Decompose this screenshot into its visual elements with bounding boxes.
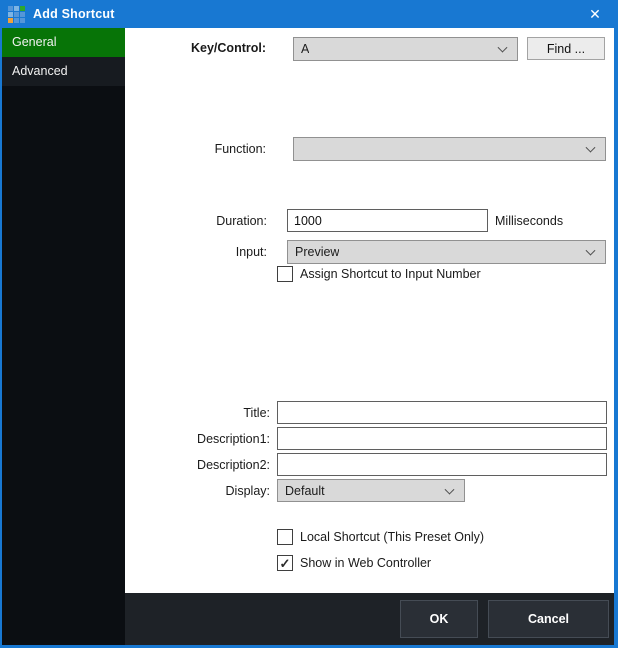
logo-cell <box>8 18 13 23</box>
input-label: Input: <box>140 245 267 259</box>
display-select[interactable]: Default <box>277 479 465 502</box>
description2-label: Description2: <box>140 458 270 472</box>
assign-shortcut-label: Assign Shortcut to Input Number <box>300 267 481 281</box>
key-control-label: Key/Control: <box>140 41 266 55</box>
close-icon: ✕ <box>589 6 601 23</box>
key-control-value: A <box>301 42 309 56</box>
title-input[interactable] <box>277 401 607 424</box>
description2-input[interactable] <box>277 453 607 476</box>
logo-cell <box>8 12 13 17</box>
window-title: Add Shortcut <box>33 0 115 28</box>
logo-cell <box>20 12 25 17</box>
add-shortcut-dialog: Add Shortcut ✕ General Advanced Key/Cont… <box>0 0 618 648</box>
logo-cell <box>14 6 19 11</box>
chevron-down-icon <box>586 246 596 256</box>
sidebar: General Advanced <box>2 28 125 645</box>
web-controller-checkbox[interactable]: ✓ Show in Web Controller <box>277 555 431 571</box>
chevron-down-icon <box>498 43 508 53</box>
find-button[interactable]: Find ... <box>527 37 605 60</box>
display-label: Display: <box>140 484 270 498</box>
checkbox-box[interactable] <box>277 266 293 282</box>
chevron-down-icon <box>445 484 455 494</box>
function-select[interactable] <box>293 137 606 161</box>
input-value: Preview <box>295 245 339 259</box>
app-logo-icon <box>8 6 25 23</box>
checkbox-box[interactable] <box>277 529 293 545</box>
title-bar: Add Shortcut ✕ <box>0 0 618 28</box>
function-label: Function: <box>140 142 266 156</box>
close-button[interactable]: ✕ <box>572 0 618 28</box>
description1-input[interactable] <box>277 427 607 450</box>
input-select[interactable]: Preview <box>287 240 606 264</box>
cancel-button[interactable]: Cancel <box>488 600 609 638</box>
assign-shortcut-checkbox[interactable]: Assign Shortcut to Input Number <box>277 266 481 282</box>
title-label: Title: <box>140 406 270 420</box>
description1-label: Description1: <box>140 432 270 446</box>
key-control-select[interactable]: A <box>293 37 518 61</box>
tab-general[interactable]: General <box>2 28 125 57</box>
local-shortcut-checkbox[interactable]: Local Shortcut (This Preset Only) <box>277 529 484 545</box>
local-shortcut-label: Local Shortcut (This Preset Only) <box>300 530 484 544</box>
chevron-down-icon <box>586 143 596 153</box>
tab-advanced[interactable]: Advanced <box>2 57 125 86</box>
ok-button[interactable]: OK <box>400 600 478 638</box>
logo-cell <box>8 6 13 11</box>
window-border-right <box>614 28 618 645</box>
duration-input[interactable] <box>287 209 488 232</box>
form-panel <box>125 28 614 593</box>
milliseconds-label: Milliseconds <box>495 214 585 228</box>
duration-label: Duration: <box>140 214 267 228</box>
logo-cell <box>14 12 19 17</box>
logo-cell <box>20 18 25 23</box>
checkbox-box-checked[interactable]: ✓ <box>277 555 293 571</box>
logo-cell <box>14 18 19 23</box>
logo-cell <box>20 6 25 11</box>
display-value: Default <box>285 484 325 498</box>
web-controller-label: Show in Web Controller <box>300 556 431 570</box>
